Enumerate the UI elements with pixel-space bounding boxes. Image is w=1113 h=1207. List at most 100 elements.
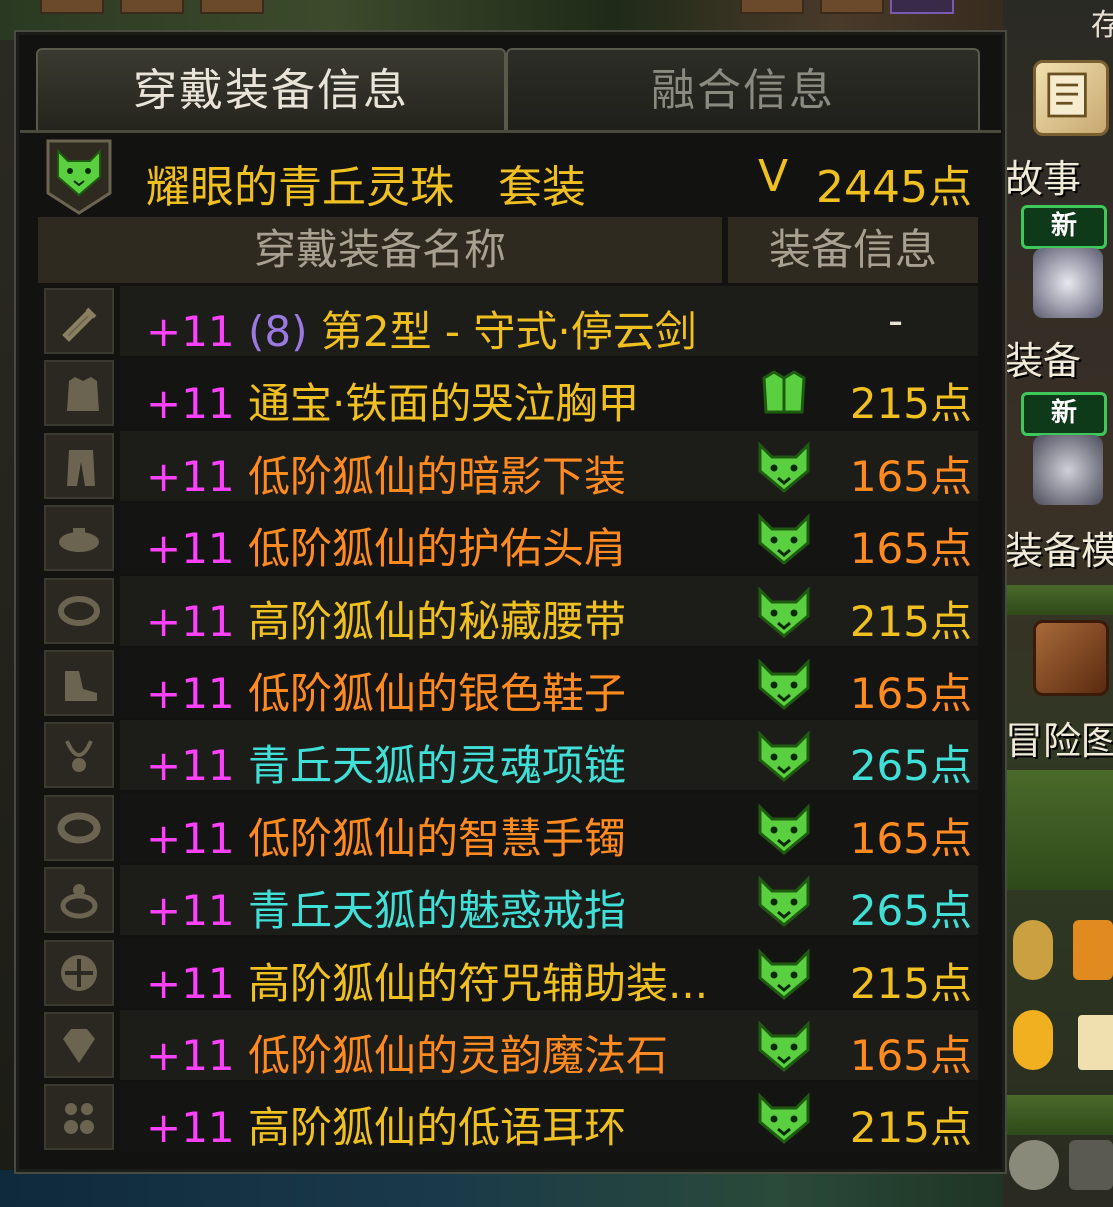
- bracelet-icon: [44, 794, 114, 861]
- item-points: 165点: [849, 1031, 972, 1080]
- equipment-name[interactable]: +11 青丘天狐的灵魂项链: [146, 732, 626, 793]
- reinforce-level: +11: [146, 1103, 248, 1153]
- equipment-row[interactable]: +11 青丘天狐的魅惑戒指 265点: [38, 865, 978, 938]
- fox-icon[interactable]: [756, 441, 812, 493]
- set-points: 2445点: [816, 162, 972, 213]
- weapon-icon[interactable]: [1069, 1140, 1113, 1190]
- equipment-row[interactable]: +11 低阶狐仙的护佑头肩 165点: [38, 503, 978, 576]
- reinforce-level: +11: [146, 669, 248, 718]
- column-header-name: 穿戴装备名称: [38, 217, 722, 283]
- item-points: 215点: [849, 1103, 972, 1153]
- equipment-name[interactable]: +11 低阶狐仙的暗影下装: [146, 443, 626, 504]
- adventure-label[interactable]: 冒险图: [1005, 710, 1113, 765]
- story-label[interactable]: 故事: [1005, 148, 1081, 203]
- equipment-name[interactable]: +11 高阶狐仙的秘藏腰带: [146, 588, 626, 649]
- coin-icon[interactable]: [1013, 920, 1053, 980]
- fox-icon[interactable]: [756, 658, 812, 710]
- document-icon[interactable]: [1078, 1015, 1113, 1070]
- weapon-icon: [44, 288, 114, 354]
- item-name-text: 第2型 - 守式·停云剑: [320, 307, 697, 356]
- top-bar-slot: [740, 0, 804, 14]
- background-bottom: [0, 1170, 1113, 1207]
- gear-wrench-icon[interactable]: [1033, 435, 1103, 505]
- adventure-book-icon[interactable]: [1033, 620, 1109, 696]
- gem-count: (8): [248, 307, 321, 356]
- equipment-row[interactable]: +11 高阶狐仙的秘藏腰带 215点: [38, 575, 978, 649]
- item-points: 165点: [849, 524, 972, 574]
- storage-label: 存: [1091, 8, 1113, 43]
- set-points-empty: -: [888, 296, 904, 345]
- reinforce-level: +11: [146, 451, 248, 501]
- item-name-text: 高阶狐仙的符咒辅助装...: [248, 958, 709, 1008]
- sidebar-divider: [1003, 585, 1113, 615]
- fox-icon[interactable]: [756, 513, 812, 566]
- fox-icon[interactable]: [756, 803, 812, 855]
- tab-divider: [20, 130, 1001, 133]
- equipment-info-window: 穿戴装备信息 融合信息 耀眼的青丘灵珠 套装 V 2445点 穿戴装备名称 装备…: [14, 30, 1007, 1174]
- reinforce-level: +11: [146, 307, 248, 356]
- item-name-text: 高阶狐仙的秘藏腰带: [248, 596, 627, 646]
- item-name-text: 青丘天狐的灵魂项链: [248, 741, 627, 791]
- fox-icon[interactable]: [756, 875, 812, 928]
- equipment-row[interactable]: +11 低阶狐仙的灵韵魔法石 165点: [38, 1010, 978, 1080]
- fox-icon[interactable]: [756, 1020, 812, 1072]
- equip-module-label[interactable]: 装备模: [1005, 520, 1113, 575]
- equipment-row[interactable]: +11 青丘天狐的灵魂项链 265点: [38, 720, 978, 793]
- item-points: 265点: [849, 886, 972, 936]
- equipment-name[interactable]: +11 低阶狐仙的灵韵魔法石: [146, 1022, 668, 1083]
- item-points: 215点: [849, 958, 972, 1008]
- reinforce-level: +11: [146, 524, 248, 574]
- right-sidebar: 存 故事 新 装备 新 装备模 冒险图: [1003, 0, 1113, 1207]
- fox-icon[interactable]: [756, 947, 812, 1000]
- equipment-row[interactable]: +11 低阶狐仙的暗影下装 165点: [38, 430, 978, 504]
- equipment-name[interactable]: +11 (8) 第2型 - 守式·停云剑: [146, 298, 697, 359]
- earring-icon: [44, 1084, 114, 1151]
- top-bar-slot: [820, 0, 884, 14]
- item-name-text: 低阶狐仙的护佑头肩: [248, 524, 627, 574]
- fox-icon[interactable]: [756, 1092, 812, 1145]
- map-pin-icon[interactable]: [1013, 1010, 1053, 1070]
- sidebar-scenery: [1003, 1095, 1113, 1135]
- item-points: 265点: [849, 741, 972, 791]
- equipment-row[interactable]: +11 低阶狐仙的银色鞋子 165点: [38, 648, 978, 718]
- story-icon[interactable]: [1033, 60, 1109, 136]
- equipment-row[interactable]: +11 通宝·铁面的哭泣胸甲 215点: [38, 358, 978, 431]
- armor-green-icon[interactable]: [756, 368, 812, 420]
- reinforce-level: +11: [146, 813, 248, 863]
- equipment-name[interactable]: +11 高阶狐仙的低语耳环: [146, 1094, 626, 1155]
- reinforce-level: +11: [146, 886, 248, 936]
- equipment-name[interactable]: +11 高阶狐仙的符咒辅助装...: [146, 950, 708, 1011]
- equipment-name[interactable]: +11 青丘天狐的魅惑戒指: [146, 877, 626, 938]
- equipment-row[interactable]: +11 (8) 第2型 - 守式·停云剑 -: [38, 286, 978, 356]
- magicstone-icon: [44, 1012, 114, 1078]
- fox-icon[interactable]: [756, 585, 812, 638]
- item-name-text: 高阶狐仙的低语耳环: [248, 1103, 627, 1153]
- equipment-row[interactable]: +11 高阶狐仙的符咒辅助装... 215点: [38, 937, 978, 1011]
- reinforce-level: +11: [146, 379, 248, 429]
- house-icon[interactable]: [1073, 920, 1113, 980]
- top-bar-slot: [120, 0, 184, 14]
- equipment-name[interactable]: +11 低阶狐仙的智慧手镯: [146, 805, 626, 866]
- equipment-row[interactable]: +11 高阶狐仙的低语耳环 215点: [38, 1082, 978, 1155]
- reinforce-level: +11: [146, 958, 248, 1008]
- item-points: 215点: [849, 379, 972, 429]
- equipment-label[interactable]: 装备: [1005, 330, 1081, 385]
- equipment-name[interactable]: +11 低阶狐仙的银色鞋子: [146, 660, 626, 721]
- shoulder-icon: [44, 505, 114, 572]
- equipment-row[interactable]: +11 低阶狐仙的智慧手镯 165点: [38, 792, 978, 866]
- reinforce-level: +11: [146, 741, 248, 791]
- sidebar-scenery: [1003, 770, 1113, 890]
- coat-icon: [44, 360, 114, 427]
- necklace-icon: [44, 722, 114, 789]
- set-rank: V: [758, 151, 789, 202]
- column-header-info: 装备信息: [728, 217, 978, 283]
- tab-equipped-info[interactable]: 穿戴装备信息: [36, 48, 506, 132]
- equipment-icon[interactable]: [1033, 248, 1103, 318]
- equipment-name[interactable]: +11 通宝·铁面的哭泣胸甲: [146, 370, 639, 431]
- tab-fusion-info[interactable]: 融合信息: [506, 48, 980, 132]
- top-bar-slot: [890, 0, 954, 14]
- fox-icon[interactable]: [756, 730, 812, 783]
- pouch-icon[interactable]: [1009, 1140, 1059, 1190]
- fox-set-emblem-icon: [44, 137, 114, 215]
- equipment-name[interactable]: +11 低阶狐仙的护佑头肩: [146, 515, 626, 576]
